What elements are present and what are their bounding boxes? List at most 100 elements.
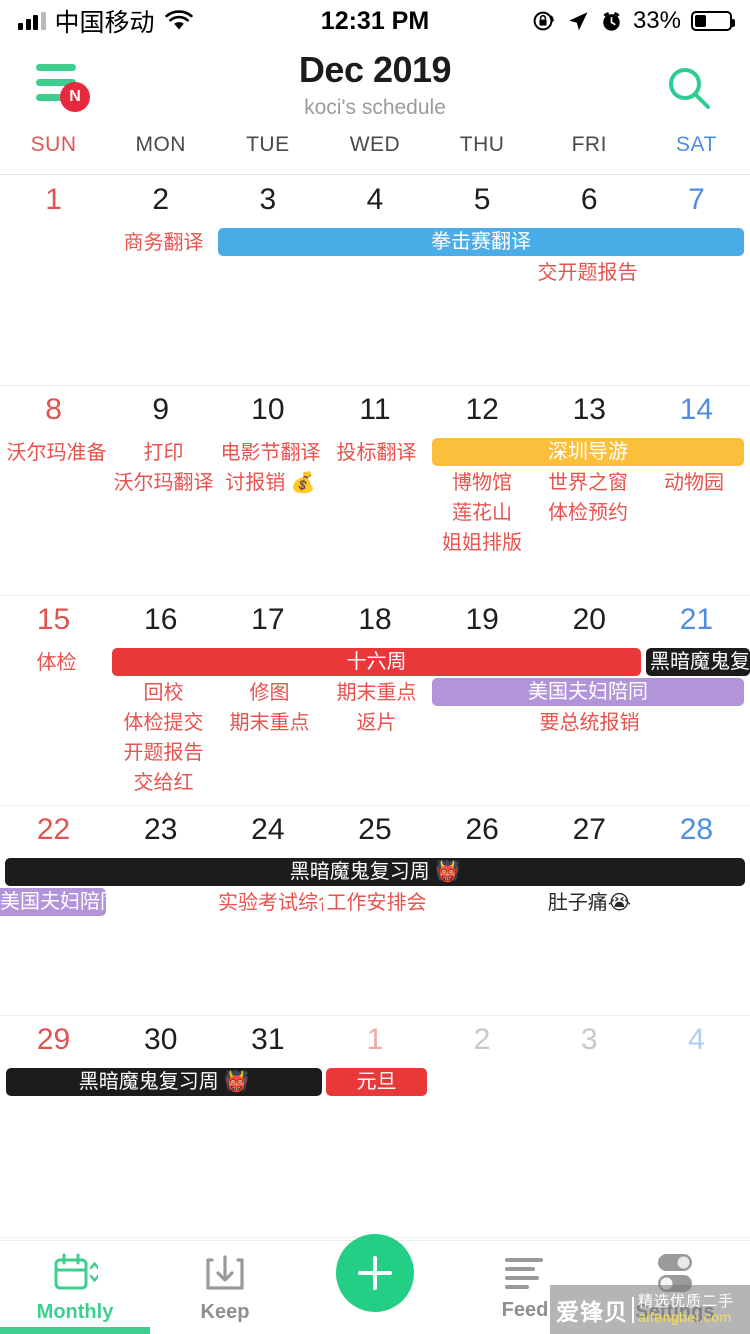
day-cell-7[interactable]: 7 [643,176,750,224]
day-cell-1[interactable]: 1 [0,176,107,224]
event-label[interactable]: 交给红 [112,768,215,798]
weekday-mon: MON [135,133,186,156]
event-bar[interactable]: 黑暗魔鬼复习周 👹 [6,1068,322,1096]
day-cell-26[interactable]: 26 [429,806,536,854]
event-label[interactable]: 电影节翻译 [218,438,323,468]
event-bar[interactable]: 美国夫妇陪同 [0,888,106,916]
event-label[interactable]: 投标翻译 [325,438,428,468]
weekday-thu: THU [459,133,505,156]
search-button[interactable] [664,64,714,114]
event-label[interactable]: 动物园 [644,468,744,498]
calendar-week-row: 29 30 31 1 2 3 4 黑暗魔鬼复习周 👹 元旦 [0,1016,750,1238]
day-cell-jan-1[interactable]: 1 [321,1016,428,1064]
feed-lines-icon [505,1257,543,1289]
day-cell-3[interactable]: 3 [214,176,321,224]
event-label[interactable]: 期末重点 [325,678,428,708]
tab-label-keep: Keep [200,1300,250,1323]
event-label[interactable]: 体检提交 [112,708,215,738]
event-label[interactable]: 莲花山 [432,498,532,528]
day-cell-9[interactable]: 9 [107,386,214,434]
app-header: N Dec 2019 koci's schedule [0,42,750,130]
day-cell-18[interactable]: 18 [321,596,428,644]
day-cell-10[interactable]: 10 [214,386,321,434]
event-label[interactable]: 沃尔玛准备 [5,438,108,468]
event-label[interactable]: 世界之窗 [538,468,638,498]
calendar-app-screen: 中国移动 12:31 PM 33% N Dec 2019 koci's sche… [0,0,750,1334]
day-cell-11[interactable]: 11 [321,386,428,434]
day-cell-jan-2[interactable]: 2 [429,1016,536,1064]
watermark-divider [632,1296,634,1323]
event-label[interactable]: 打印 [112,438,215,468]
event-label[interactable]: 姐姐排版 [432,528,532,558]
day-cell-16[interactable]: 16 [107,596,214,644]
event-bar[interactable]: 美国夫妇陪同 [432,678,744,706]
tab-keep[interactable]: Keep [150,1241,300,1334]
event-label[interactable]: 肚子痛😭 [538,888,641,918]
event-bar[interactable]: 十六周 [112,648,641,676]
event-label[interactable]: 体检 [5,648,108,678]
event-label[interactable]: 工作安排会 [325,888,428,918]
day-cell-5[interactable]: 5 [429,176,536,224]
watermark-url: aifengbei.com [638,1309,732,1326]
day-cell-4[interactable]: 4 [321,176,428,224]
day-cell-27[interactable]: 27 [536,806,643,854]
day-cell-22[interactable]: 22 [0,806,107,854]
event-bar[interactable]: 黑暗魔鬼复习周 👹 [646,648,750,676]
weekday-header-row: SUN MON TUE WED THU FRI SAT [0,133,750,175]
day-cell-30[interactable]: 30 [107,1016,214,1064]
day-cell-24[interactable]: 24 [214,806,321,854]
day-cell-8[interactable]: 8 [0,386,107,434]
day-cell-6[interactable]: 6 [536,176,643,224]
day-cell-23[interactable]: 23 [107,806,214,854]
tab-label-monthly: Monthly [36,1300,114,1323]
watermark-overlay: 爱锋贝 精选优质二手 aifengbei.com [550,1285,750,1334]
event-label[interactable]: 返片 [325,708,428,738]
day-cell-jan-4[interactable]: 4 [643,1016,750,1064]
weekday-sun: SUN [30,133,77,156]
location-arrow-icon [569,12,588,31]
event-label[interactable]: 开题报告 [112,738,215,768]
day-cell-25[interactable]: 25 [321,806,428,854]
day-cell-21[interactable]: 21 [643,596,750,644]
page-title: Dec 2019 [298,49,452,90]
event-label[interactable]: 要总统报销 [538,708,641,738]
event-label[interactable]: 商务翻译 [112,228,215,258]
day-cell-jan-3[interactable]: 3 [536,1016,643,1064]
event-label[interactable]: 沃尔玛翻译 [112,468,215,498]
day-cell-31[interactable]: 31 [214,1016,321,1064]
day-cell-28[interactable]: 28 [643,806,750,854]
day-cell-20[interactable]: 20 [536,596,643,644]
event-bar[interactable]: 深圳导游 [432,438,744,466]
battery-percent-label: 33% [632,7,681,34]
calendar-week-row: 15 16 17 18 19 20 21 体检 十六周 黑暗魔鬼复习周 👹 回校… [0,596,750,806]
event-bar[interactable]: 元旦 [326,1068,427,1096]
day-number-row: 22 23 24 25 26 27 28 [0,806,750,854]
weekday-sat: SAT [676,133,717,156]
event-bar[interactable]: 拳击赛翻译 [218,228,744,256]
tab-monthly[interactable]: Monthly [0,1241,150,1334]
day-cell-19[interactable]: 19 [429,596,536,644]
event-bar[interactable]: 黑暗魔鬼复习周 👹 [5,858,745,886]
day-cell-17[interactable]: 17 [214,596,321,644]
event-label[interactable]: 回校 [112,678,215,708]
day-cell-2[interactable]: 2 [107,176,214,224]
event-label[interactable]: 讨报销 💰 [218,468,323,498]
event-label[interactable]: 体检预约 [538,498,638,528]
weekday-fri: FRI [571,133,607,156]
day-cell-13[interactable]: 13 [536,386,643,434]
day-cell-12[interactable]: 12 [429,386,536,434]
event-label[interactable]: 期末重点 [218,708,321,738]
event-label[interactable]: 修图 [218,678,321,708]
alarm-clock-icon [603,11,620,31]
calendar-grid: 1 2 3 4 5 6 7 商务翻译 拳击赛翻译 交开题报告 8 9 10 11… [0,176,750,1240]
calendar-week-row: 22 23 24 25 26 27 28 黑暗魔鬼复习周 👹 美国夫妇陪同 实验… [0,806,750,1016]
event-label[interactable]: 博物馆 [432,468,532,498]
day-cell-15[interactable]: 15 [0,596,107,644]
day-cell-14[interactable]: 14 [643,386,750,434]
day-number-row: 15 16 17 18 19 20 21 [0,596,750,644]
event-label[interactable]: 实验考试综合 [218,888,323,918]
day-cell-29[interactable]: 29 [0,1016,107,1064]
page-subtitle: koci's schedule [304,96,446,119]
add-event-button[interactable] [336,1234,414,1312]
event-label[interactable]: 交开题报告 [536,258,639,288]
